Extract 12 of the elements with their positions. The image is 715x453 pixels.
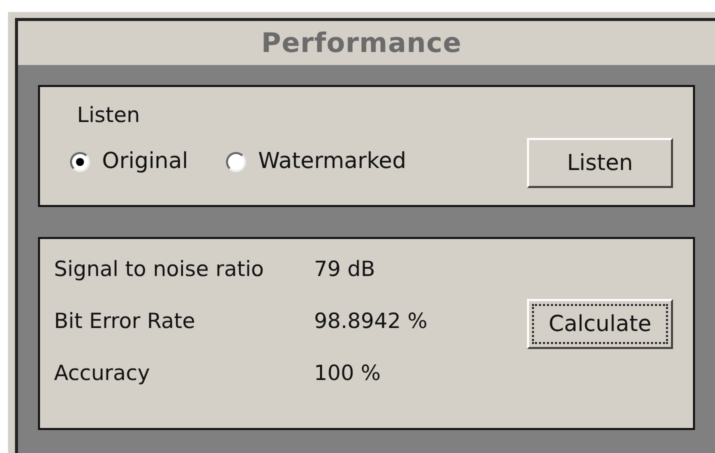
group-label: Listen — [77, 103, 140, 127]
panel-title: Performance — [261, 28, 462, 58]
metric-label: Bit Error Rate — [54, 309, 196, 333]
metric-label: Accuracy — [54, 361, 151, 385]
radio-option[interactable]: Original — [70, 149, 188, 174]
metric-value: 98.8942 % — [314, 309, 428, 333]
radio-option[interactable]: Watermarked — [226, 149, 406, 174]
metric-value: 100 % — [314, 361, 382, 385]
metric-value: 79 dB — [314, 257, 376, 281]
metric-label: Signal to noise ratio — [54, 257, 265, 281]
calculate-button[interactable]: Calculate — [527, 299, 673, 349]
listen-button[interactable]: Listen — [527, 138, 673, 188]
